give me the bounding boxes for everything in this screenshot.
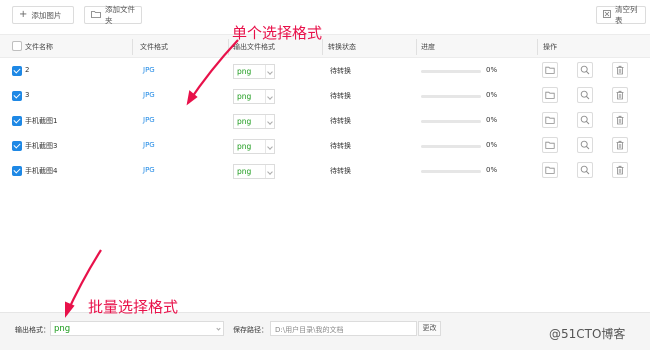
file-format: JPG: [143, 66, 155, 74]
progress-bar: [421, 170, 481, 173]
save-path-label: 保存路径：: [233, 326, 268, 334]
row-output-format-select[interactable]: png: [233, 139, 275, 154]
row-checkbox[interactable]: [12, 116, 22, 126]
table-row[interactable]: 手机截图4 JPG png 待转换 0%: [0, 159, 650, 183]
file-name: 手机截图3: [25, 142, 58, 150]
file-name: 手机截图1: [25, 117, 58, 125]
chevron-down-icon: [265, 165, 275, 178]
progress-text: 0%: [486, 66, 498, 74]
search-button[interactable]: [577, 62, 593, 78]
trash-button[interactable]: [612, 137, 628, 153]
progress-bar: [421, 120, 481, 123]
row-output-format-value: png: [237, 117, 252, 126]
row-output-format-value: png: [237, 92, 252, 101]
toolbar: + 添加图片 添加文件夹 清空列表: [0, 0, 650, 30]
column-header-output-format: 输出文件格式: [233, 43, 275, 51]
progress-text: 0%: [486, 166, 498, 174]
annotation-single-format: 单个选择格式: [232, 24, 323, 42]
conversion-status: 待转换: [330, 67, 351, 75]
trash-button[interactable]: [612, 62, 628, 78]
row-output-format-value: png: [237, 142, 252, 151]
conversion-status: 待转换: [330, 142, 351, 150]
progress-bar: [421, 145, 481, 148]
column-header-actions: 操作: [543, 43, 557, 51]
change-path-button[interactable]: 更改: [418, 321, 441, 336]
file-name: 3: [25, 91, 30, 99]
plus-icon: +: [19, 9, 28, 20]
chevron-down-icon: [265, 115, 275, 128]
save-path-input[interactable]: D:\用户目录\我的文档: [270, 321, 417, 336]
row-output-format-select[interactable]: png: [233, 89, 275, 104]
clear-icon: [603, 9, 611, 21]
row-checkbox[interactable]: [12, 91, 22, 101]
column-header-name: 文件名称: [25, 43, 53, 51]
progress-text: 0%: [486, 116, 498, 124]
folder-button[interactable]: [542, 137, 558, 153]
table-row[interactable]: 手机截图3 JPG png 待转换 0%: [0, 134, 650, 158]
row-output-format-select[interactable]: png: [233, 114, 275, 129]
batch-output-format-select[interactable]: png: [50, 321, 224, 336]
watermark: @51CTO博客: [549, 327, 626, 341]
file-name: 2: [25, 66, 30, 74]
folder-button[interactable]: [542, 87, 558, 103]
row-checkbox[interactable]: [12, 141, 22, 151]
progress-bar: [421, 95, 481, 98]
row-checkbox[interactable]: [12, 166, 22, 176]
row-checkbox[interactable]: [12, 66, 22, 76]
row-output-format-value: png: [237, 167, 252, 176]
add-image-label: 添加图片: [31, 10, 62, 20]
file-format: JPG: [143, 141, 155, 149]
annotation-batch-format: 批量选择格式: [88, 298, 179, 316]
file-format: JPG: [143, 91, 155, 99]
chevron-down-icon: [265, 65, 275, 78]
progress-bar: [421, 70, 481, 73]
clear-list-button[interactable]: 清空列表: [596, 5, 646, 25]
folder-button[interactable]: [542, 62, 558, 78]
folder-button[interactable]: [542, 162, 558, 178]
trash-button[interactable]: [612, 87, 628, 103]
chevron-down-icon: [265, 90, 275, 103]
add-folder-label: 添加文件夹: [105, 5, 135, 25]
table-row[interactable]: 手机截图1 JPG png 待转换 0%: [0, 109, 650, 133]
column-header-progress: 进度: [421, 43, 435, 51]
folder-icon: [91, 10, 101, 21]
select-all-checkbox[interactable]: [12, 41, 22, 51]
file-format: JPG: [143, 116, 155, 124]
file-name: 手机截图4: [25, 167, 58, 175]
chevron-down-icon: [265, 140, 275, 153]
progress-text: 0%: [486, 91, 498, 99]
table-row[interactable]: 3 JPG png 待转换 0%: [0, 84, 650, 108]
column-header-format: 文件格式: [140, 43, 168, 51]
add-folder-button[interactable]: 添加文件夹: [84, 5, 142, 25]
trash-button[interactable]: [612, 162, 628, 178]
search-button[interactable]: [577, 87, 593, 103]
row-output-format-select[interactable]: png: [233, 164, 275, 179]
search-button[interactable]: [577, 162, 593, 178]
add-image-button[interactable]: + 添加图片: [12, 6, 74, 24]
search-button[interactable]: [577, 112, 593, 128]
conversion-status: 待转换: [330, 117, 351, 125]
chevron-down-icon: [216, 326, 221, 331]
clear-list-label: 清空列表: [615, 5, 638, 25]
conversion-status: 待转换: [330, 167, 351, 175]
folder-button[interactable]: [542, 112, 558, 128]
table-row[interactable]: 2 JPG png 待转换 0%: [0, 59, 650, 83]
output-format-label: 输出格式：: [15, 326, 50, 334]
trash-button[interactable]: [612, 112, 628, 128]
table-header: 文件名称 文件格式 输出文件格式 转换状态 进度 操作: [0, 34, 650, 58]
search-button[interactable]: [577, 137, 593, 153]
progress-text: 0%: [486, 141, 498, 149]
conversion-status: 待转换: [330, 92, 351, 100]
file-format: JPG: [143, 166, 155, 174]
batch-output-format-value: png: [54, 324, 71, 334]
column-header-status: 转换状态: [328, 43, 356, 51]
row-output-format-select[interactable]: png: [233, 64, 275, 79]
row-output-format-value: png: [237, 67, 252, 76]
